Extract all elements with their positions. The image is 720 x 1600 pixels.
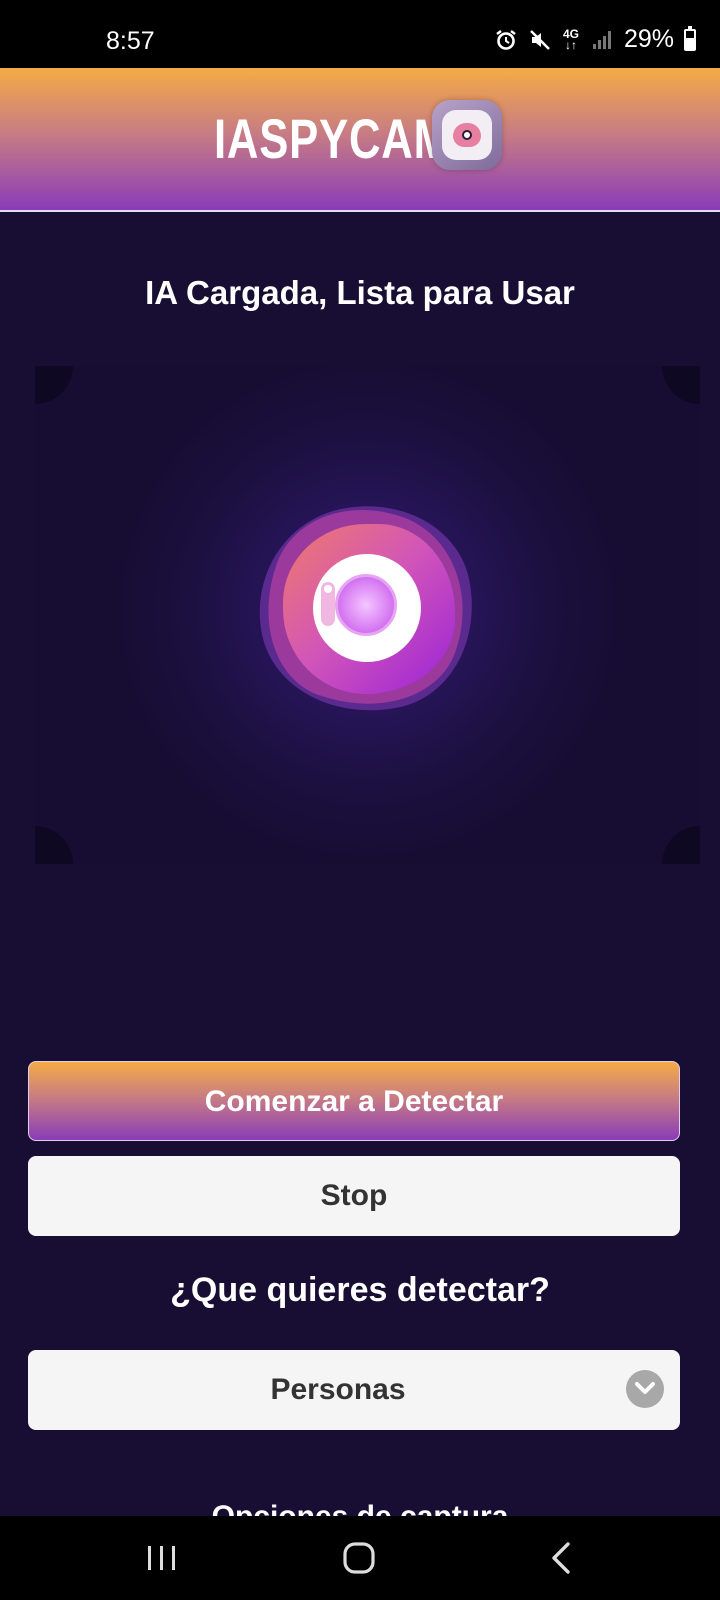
camera-icon: [239, 482, 493, 734]
home-icon[interactable]: [338, 1536, 382, 1580]
select-value: Personas: [270, 1373, 406, 1406]
system-nav-bar: [0, 1516, 720, 1600]
status-icons: 4G ↓↑ 29%: [494, 25, 696, 54]
status-bar: 8:57 4G ↓↑ 29%: [0, 0, 720, 68]
recent-apps-icon[interactable]: [140, 1536, 184, 1580]
detect-target-select[interactable]: Personas: [28, 1350, 680, 1430]
chevron-down-icon[interactable]: [626, 1370, 664, 1408]
corner-frame: [35, 366, 73, 404]
start-detecting-button[interactable]: Comenzar a Detectar: [28, 1061, 680, 1141]
signal-icon: [592, 30, 611, 49]
corner-frame: [662, 826, 700, 864]
network-4g-icon: 4G ↓↑: [562, 26, 579, 52]
back-icon[interactable]: [542, 1536, 586, 1580]
battery-icon: [684, 25, 696, 51]
battery-percent: 29%: [623, 25, 674, 53]
camera-preview: [35, 366, 700, 864]
stop-button[interactable]: Stop: [28, 1156, 680, 1236]
ai-status-text: IA Cargada, Lista para Usar: [145, 274, 575, 311]
alarm-icon: [496, 29, 516, 50]
corner-frame: [662, 366, 700, 404]
brain-eye-icon: [432, 100, 502, 170]
detect-question: ¿Que quieres detectar?: [170, 1271, 550, 1309]
app-header: IASPYCAM: [0, 68, 720, 212]
corner-frame: [35, 826, 73, 864]
mute-icon: [530, 29, 550, 50]
status-time: 8:57: [106, 27, 155, 55]
app-logo-text: IASPYCAM: [214, 107, 451, 170]
